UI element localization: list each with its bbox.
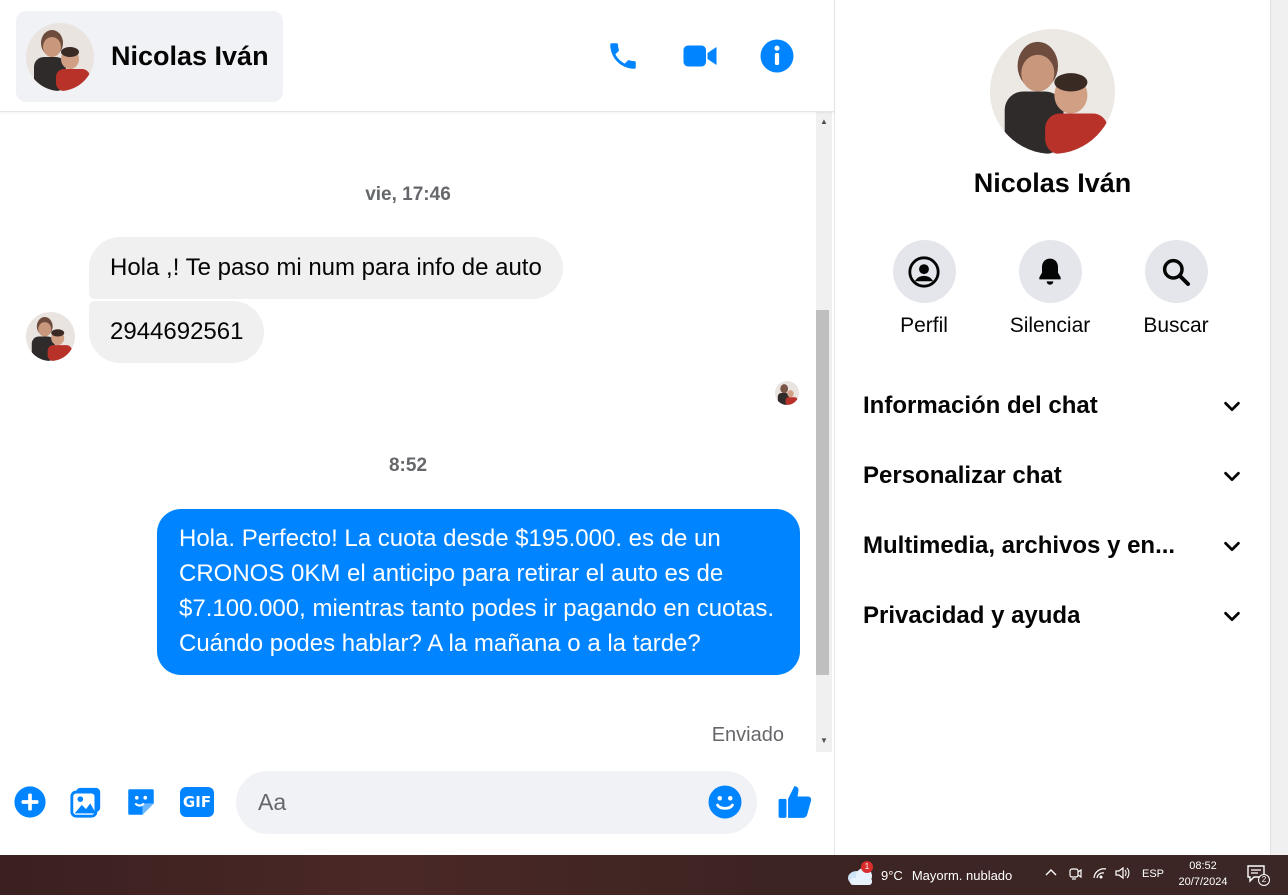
search-icon [1162,258,1190,286]
gif-icon: GIF [180,787,214,817]
chevron-down-icon [1224,541,1240,552]
attach-photo-button[interactable] [68,784,104,820]
message-timestamp: vie, 17:46 [365,184,451,205]
input-language[interactable]: ESP [1142,868,1164,880]
like-button[interactable] [776,782,816,822]
profile-avatar [990,29,1115,154]
weather-alert-badge: 1 [861,861,873,873]
wifi-icon[interactable] [1092,866,1108,883]
conversation-info-panel: Nicolas Iván Perfil Silenciar Buscar Inf… [835,0,1270,855]
emoji-button[interactable] [707,784,743,820]
composer: GIF [0,752,834,855]
contact-avatar [26,22,94,91]
video-camera-icon [683,45,717,67]
profile-name: Nicolas Iván [973,168,1132,198]
image-gallery-icon [70,787,101,818]
weather-description: Mayorm. nublado [911,867,1013,883]
thumbs-up-icon [778,786,812,818]
search-action[interactable]: Buscar [1126,240,1226,338]
scrollbar-thumb[interactable] [816,310,829,675]
section-label: Privacidad y ayuda [863,602,1081,629]
chat-header: Nicolas Iván [0,0,834,112]
meet-now-icon[interactable] [1068,866,1082,885]
message-input-wrapper [236,771,757,834]
message-list: vie, 17:46 Hola ,! Te paso mi num para i… [0,112,816,752]
user-circle-icon [908,255,940,288]
plus-circle-icon [14,786,46,818]
notification-count: 2 [1258,874,1270,886]
notification-center-button[interactable]: 2 [1246,864,1270,886]
call-button[interactable] [603,36,643,76]
section-label: Multimedia, archivos y en... [863,532,1176,559]
info-panel-scrollbar[interactable] [1270,0,1288,855]
info-icon [760,39,794,73]
contact-chip[interactable]: Nicolas Iván [16,11,283,102]
sticker-icon [128,789,154,815]
taskbar: 1 9°C Mayorm. nublado ESP 08:52 20/7/202… [0,855,1288,895]
profile-action[interactable]: Perfil [874,240,974,338]
volume-icon[interactable] [1114,866,1130,883]
section-label: Información del chat [863,392,1098,419]
clock-date: 20/7/2024 [1178,876,1228,888]
scroll-down-arrow-icon[interactable]: ▼ [816,733,832,749]
weather-widget[interactable]: 1 9°C Mayorm. nublado [846,861,1013,887]
video-call-button[interactable] [680,36,720,76]
conversation-info-button[interactable] [757,36,797,76]
clock-time: 08:52 [1189,860,1217,872]
seen-receipt-avatar [775,381,799,405]
smiley-icon [708,785,742,819]
sticker-button[interactable] [123,784,159,820]
search-action-label: Buscar [1143,314,1209,337]
chat-panel: Nicolas Iván vie, 17:46 Hola ,! Te paso … [0,0,834,855]
chevron-up-icon[interactable] [1044,866,1058,883]
section-customize-chat[interactable]: Personalizar chat [863,451,1243,501]
section-chat-info[interactable]: Información del chat [863,381,1243,431]
incoming-message[interactable]: Hola ,! Te paso mi num para info de auto [89,237,563,299]
more-actions-button[interactable] [12,784,48,820]
mute-action-label: Silenciar [1009,314,1091,337]
message-status: Enviado [711,724,784,746]
outgoing-message[interactable]: Hola. Perfecto! La cuota desde $195.000.… [157,509,800,675]
profile-action-label: Perfil [900,314,948,337]
temperature: 9°C [881,867,903,883]
section-label: Personalizar chat [863,462,1062,489]
section-media-files[interactable]: Multimedia, archivos y en... [863,521,1243,571]
chevron-down-icon [1224,401,1240,412]
message-timestamp: 8:52 [388,455,428,476]
chevron-down-icon [1224,471,1240,482]
section-privacy-help[interactable]: Privacidad y ayuda [863,591,1243,641]
message-input[interactable] [236,771,696,834]
sender-avatar [26,312,75,361]
chevron-down-icon [1224,611,1240,622]
cloud-icon: 1 [846,861,874,887]
system-clock[interactable]: 08:52 20/7/2024 [1172,858,1234,890]
contact-name: Nicolas Iván [111,41,269,71]
gif-button[interactable]: GIF [179,784,215,820]
phone-icon [610,43,636,69]
incoming-message[interactable]: 2944692561 [89,301,265,363]
bell-icon [1039,258,1061,285]
scroll-up-arrow-icon[interactable]: ▲ [816,114,832,130]
mute-action[interactable]: Silenciar [1000,240,1100,338]
